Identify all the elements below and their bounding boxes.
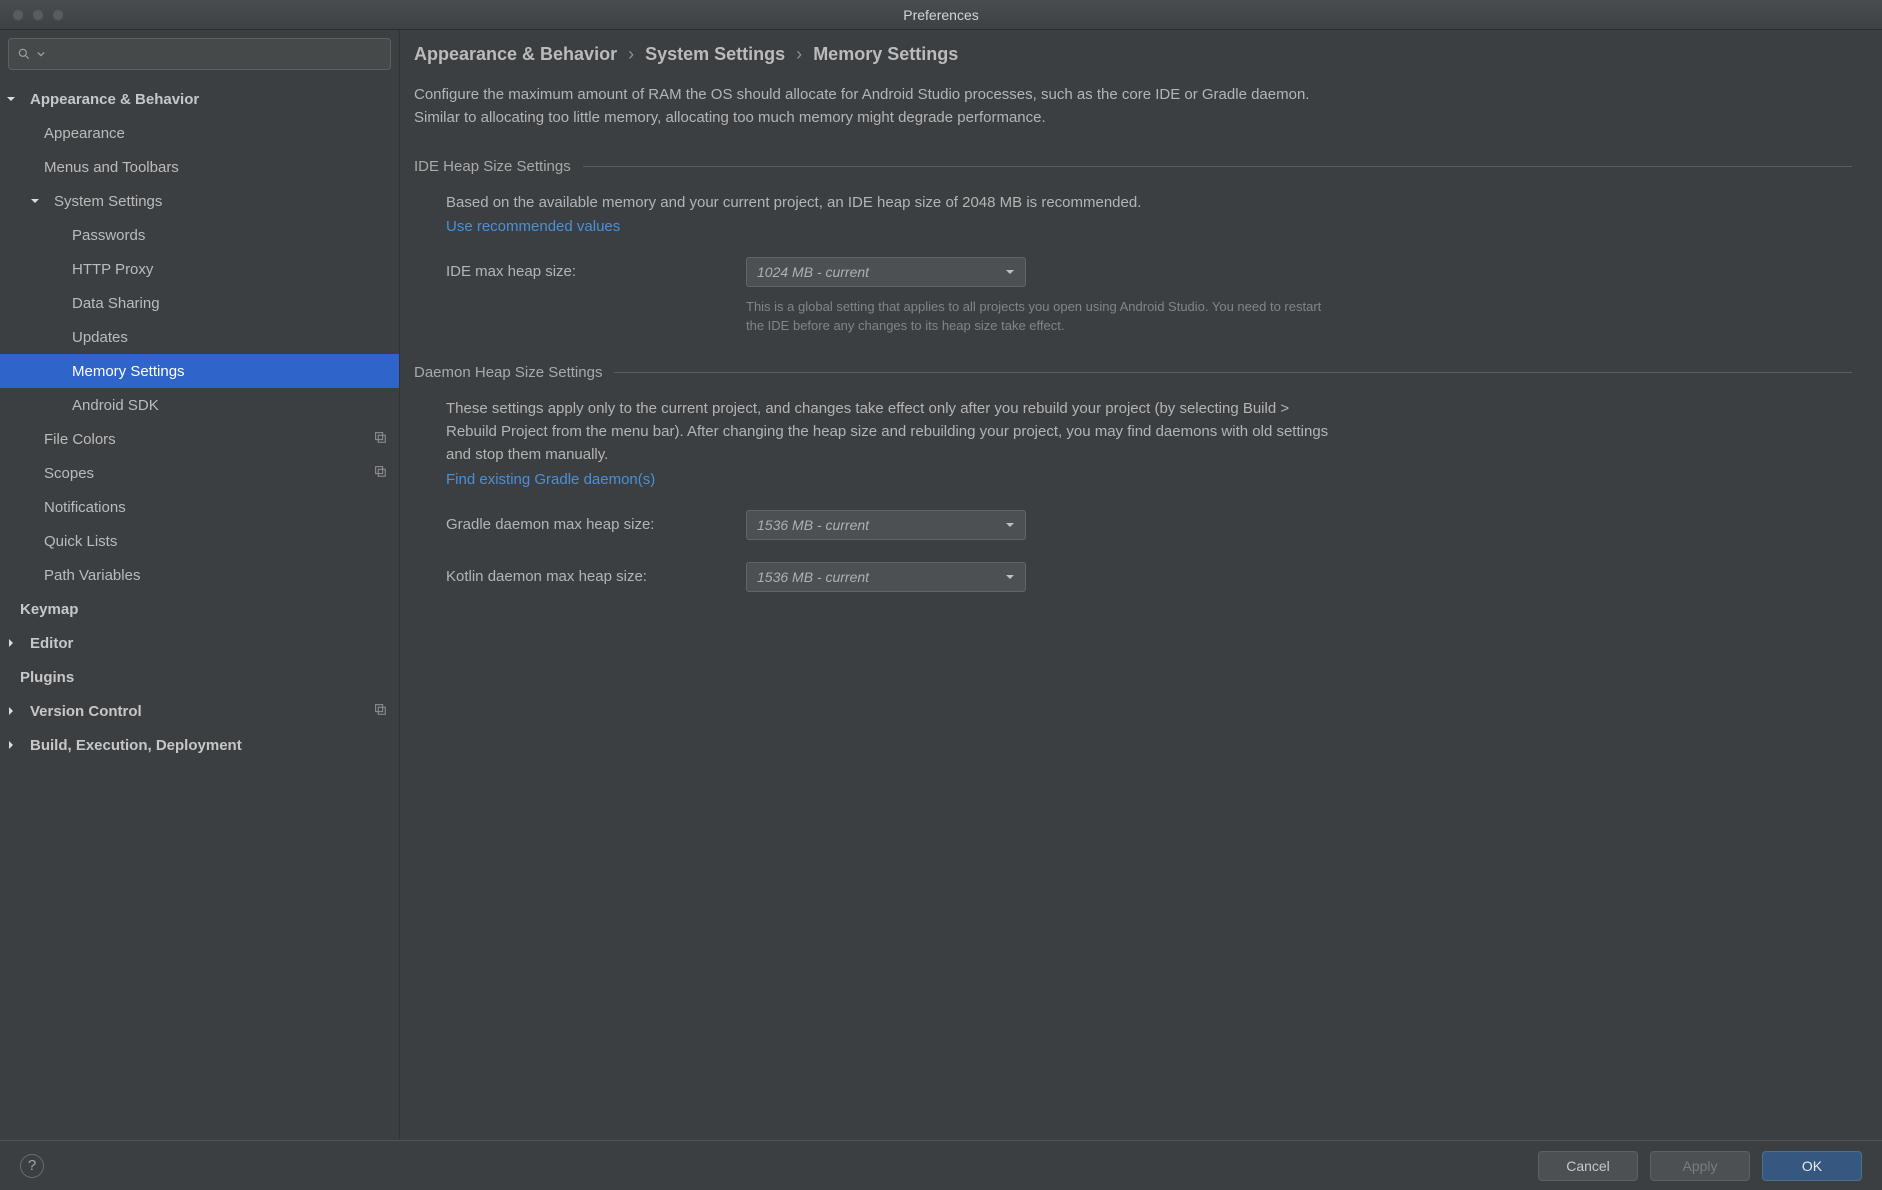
tree-item[interactable]: Build, Execution, Deployment xyxy=(0,728,399,762)
combo-value: 1024 MB - current xyxy=(757,264,869,280)
search-icon xyxy=(17,47,31,61)
tree-item-label: Passwords xyxy=(72,227,145,244)
tree-item-label: Path Variables xyxy=(44,567,140,584)
tree-item[interactable]: Path Variables xyxy=(0,558,399,592)
tree-item-label: HTTP Proxy xyxy=(72,261,153,278)
tree-item[interactable]: Passwords xyxy=(0,218,399,252)
cancel-button[interactable]: Cancel xyxy=(1538,1151,1638,1181)
ide-max-heap-combo[interactable]: 1024 MB - current xyxy=(746,257,1026,287)
tree-item-label: Updates xyxy=(72,329,128,346)
breadcrumb-item: System Settings xyxy=(645,44,785,64)
copy-icon xyxy=(373,464,387,482)
use-recommended-link[interactable]: Use recommended values xyxy=(446,218,620,235)
dialog-footer: ? Cancel Apply OK xyxy=(0,1140,1882,1190)
tree-item-label: Data Sharing xyxy=(72,295,160,312)
chevron-down-icon xyxy=(1005,520,1015,530)
page-description: Configure the maximum amount of RAM the … xyxy=(414,83,1334,130)
tree-item-label: Plugins xyxy=(20,669,74,686)
tree-item-label: Version Control xyxy=(30,703,142,720)
apply-button[interactable]: Apply xyxy=(1650,1151,1750,1181)
tree-item-label: Android SDK xyxy=(72,397,159,414)
breadcrumb-sep: › xyxy=(790,44,808,64)
fieldset-legend: Daemon Heap Size Settings xyxy=(414,364,602,381)
chevron-right-icon xyxy=(6,740,20,750)
ide-heap-hint: This is a global setting that applies to… xyxy=(746,297,1334,336)
breadcrumb: Appearance & Behavior › System Settings … xyxy=(414,44,1852,65)
kotlin-heap-combo[interactable]: 1536 MB - current xyxy=(746,562,1026,592)
tree-item-label: Editor xyxy=(30,635,73,652)
ide-max-heap-label: IDE max heap size: xyxy=(446,263,746,280)
chevron-right-icon xyxy=(6,638,20,648)
daemon-body-text: These settings apply only to the current… xyxy=(446,397,1334,467)
tree-item[interactable]: Quick Lists xyxy=(0,524,399,558)
breadcrumb-item: Appearance & Behavior xyxy=(414,44,617,64)
titlebar: Preferences xyxy=(0,0,1882,30)
tree-item[interactable]: Scopes xyxy=(0,456,399,490)
kotlin-heap-label: Kotlin daemon max heap size: xyxy=(446,568,746,585)
chevron-down-icon xyxy=(30,196,44,206)
copy-icon xyxy=(373,702,387,720)
tree-item-label: Appearance & Behavior xyxy=(30,91,199,108)
combo-value: 1536 MB - current xyxy=(757,569,869,585)
tree-item[interactable]: Keymap xyxy=(0,592,399,626)
tree-item-label: Build, Execution, Deployment xyxy=(30,737,242,754)
tree-item-label: Keymap xyxy=(20,601,78,618)
tree-item-label: Notifications xyxy=(44,499,126,516)
tree-item[interactable]: Updates xyxy=(0,320,399,354)
tree-item[interactable]: Appearance & Behavior xyxy=(0,82,399,116)
close-dot[interactable] xyxy=(12,9,24,21)
fieldset-legend: IDE Heap Size Settings xyxy=(414,158,571,175)
chevron-right-icon xyxy=(6,706,20,716)
breadcrumb-sep: › xyxy=(622,44,640,64)
window-title: Preferences xyxy=(0,7,1882,23)
tree-item-label: Scopes xyxy=(44,465,94,482)
tree-item-label: Menus and Toolbars xyxy=(44,159,179,176)
tree-item[interactable]: Notifications xyxy=(0,490,399,524)
window-controls xyxy=(0,9,64,21)
tree-item-label: Memory Settings xyxy=(72,363,185,380)
breadcrumb-item: Memory Settings xyxy=(813,44,958,64)
tree-item-label: Appearance xyxy=(44,125,125,142)
tree-item-label: File Colors xyxy=(44,431,116,448)
tree-item[interactable]: Editor xyxy=(0,626,399,660)
gradle-heap-label: Gradle daemon max heap size: xyxy=(446,516,746,533)
minimize-dot[interactable] xyxy=(32,9,44,21)
tree-item[interactable]: Appearance xyxy=(0,116,399,150)
tree-item[interactable]: Data Sharing xyxy=(0,286,399,320)
chevron-down-icon xyxy=(1005,572,1015,582)
zoom-dot[interactable] xyxy=(52,9,64,21)
combo-value: 1536 MB - current xyxy=(757,517,869,533)
help-icon: ? xyxy=(28,1157,36,1174)
search-box[interactable] xyxy=(8,38,391,70)
tree-item[interactable]: Memory Settings xyxy=(0,354,399,388)
settings-content: Appearance & Behavior › System Settings … xyxy=(400,30,1882,1140)
help-button[interactable]: ? xyxy=(20,1154,44,1178)
tree-item[interactable]: Android SDK xyxy=(0,388,399,422)
tree-item[interactable]: Menus and Toolbars xyxy=(0,150,399,184)
ok-button[interactable]: OK xyxy=(1762,1151,1862,1181)
tree-item[interactable]: System Settings xyxy=(0,184,399,218)
ide-recommendation-text: Based on the available memory and your c… xyxy=(446,191,1334,214)
tree-item[interactable]: Plugins xyxy=(0,660,399,694)
tree-item[interactable]: File Colors xyxy=(0,422,399,456)
gradle-heap-combo[interactable]: 1536 MB - current xyxy=(746,510,1026,540)
tree-item[interactable]: HTTP Proxy xyxy=(0,252,399,286)
copy-icon xyxy=(373,430,387,448)
ide-heap-fieldset: IDE Heap Size Settings Based on the avai… xyxy=(414,158,1852,336)
daemon-heap-fieldset: Daemon Heap Size Settings These settings… xyxy=(414,364,1852,592)
chevron-down-icon xyxy=(6,94,20,104)
preferences-sidebar: Appearance & Behavior Appearance Menus and… xyxy=(0,30,400,1140)
search-input[interactable] xyxy=(51,47,382,62)
tree-item-label: System Settings xyxy=(54,193,162,210)
tree-item-label: Quick Lists xyxy=(44,533,117,550)
chevron-down-icon xyxy=(1005,267,1015,277)
tree-item[interactable]: Version Control xyxy=(0,694,399,728)
settings-tree: Appearance & Behavior Appearance Menus and… xyxy=(0,78,399,1140)
chevron-down-icon xyxy=(37,50,45,58)
find-gradle-daemons-link[interactable]: Find existing Gradle daemon(s) xyxy=(446,471,655,488)
